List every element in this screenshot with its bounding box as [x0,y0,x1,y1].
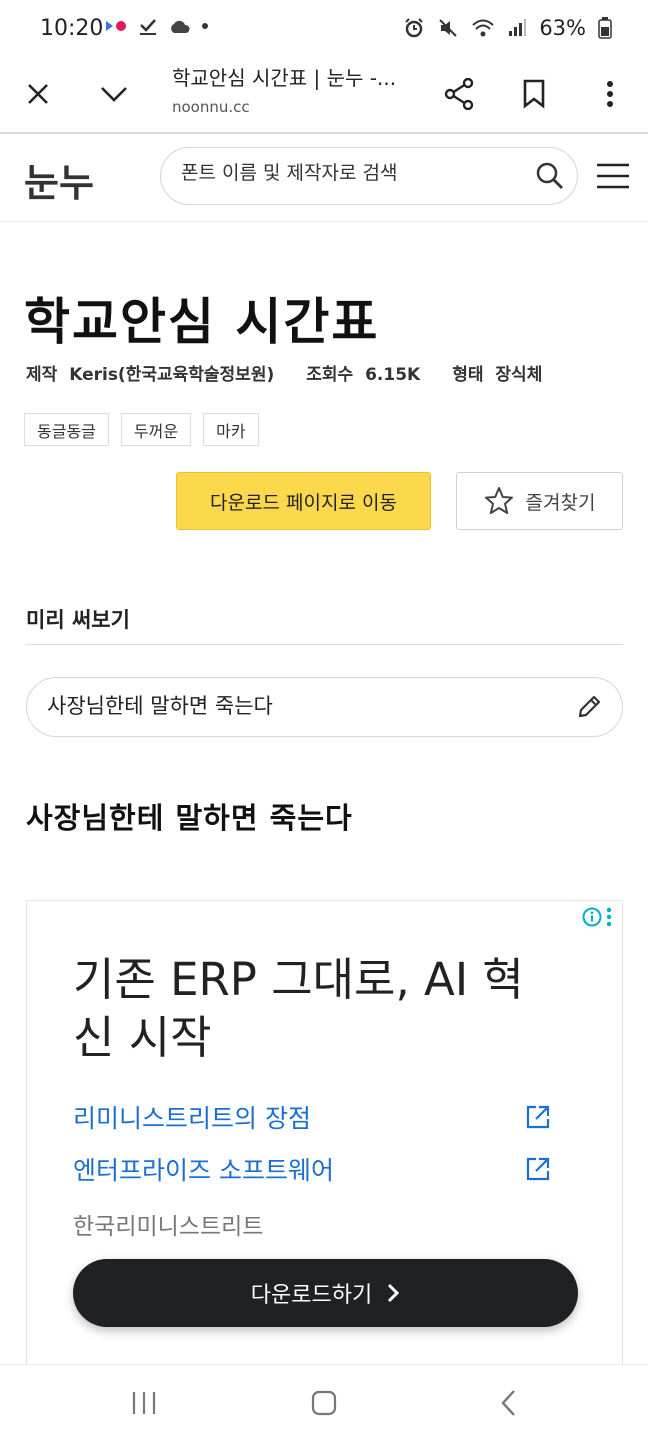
style-label: 형태 [452,365,484,385]
ad-more-icon[interactable] [606,907,612,927]
search-bar[interactable] [160,147,578,205]
back-button[interactable] [488,1385,528,1421]
favorite-button-label: 즐겨찾기 [525,491,596,514]
pencil-icon[interactable] [576,694,602,720]
maker-label: 제작 [26,365,58,385]
close-tab-button[interactable] [14,70,62,118]
more-options-button[interactable] [586,70,634,118]
ad-download-button[interactable]: 다운로드하기 [73,1259,578,1327]
tag-item[interactable]: 두꺼운 [120,413,192,446]
recent-apps-icon [132,1392,156,1414]
recent-apps-button[interactable] [124,1385,164,1421]
browser-toolbar: 학교안심 시간표 | 눈누 -... noonnu.cc [0,58,648,134]
share-icon [444,78,474,110]
download-page-button[interactable]: 다운로드 페이지로 이동 [176,472,431,530]
preview-heading: 미리 써보기 [26,608,130,632]
font-title: 학교안심 시간표 [24,293,380,351]
battery-percent: 63% [539,16,586,40]
search-input[interactable] [181,162,521,184]
favorite-button[interactable]: 즐겨찾기 [456,472,623,530]
wifi-icon [472,19,494,37]
maker-value[interactable]: Keris(한국교육학술정보원) [69,365,274,385]
chevron-down-icon [101,87,127,102]
system-nav-bar [0,1364,648,1440]
bookmark-icon [523,79,545,109]
tag-list: 동글동글 두꺼운 마카 [24,413,259,446]
checkmark-icon [140,19,156,35]
page-title: 학교안심 시간표 | 눈누 -... [172,66,397,90]
home-icon [311,1390,337,1416]
app-notification-icon [106,21,126,31]
status-bar: 10:20 63% [0,0,648,58]
external-link-icon[interactable] [525,1104,551,1130]
download-button-label: 다운로드 페이지로 이동 [210,491,397,514]
battery-icon [598,17,612,39]
site-header: 눈누 [0,134,648,222]
page-url[interactable]: noonnu.cc [172,98,250,116]
minimize-button[interactable] [90,70,138,118]
font-meta: 제작 Keris(한국교육학술정보원) 조회수 6.15K 형태 장식체 [26,360,560,385]
preview-input[interactable] [47,693,547,717]
external-link-icon[interactable] [525,1156,551,1182]
views-value: 6.15K [365,365,421,385]
ad-cta-label: 다운로드하기 [250,1283,373,1308]
close-icon [28,84,48,104]
more-vert-icon [607,81,613,107]
status-time: 10:20 [40,16,104,41]
search-icon[interactable] [535,161,565,191]
tag-item[interactable]: 마카 [203,413,259,446]
preview-rendered-text: 사장님한테 말하면 죽는다 [26,801,353,835]
star-icon [484,487,513,514]
style-value: 장식체 [495,365,543,385]
signal-icon [509,19,527,36]
home-button[interactable] [304,1385,344,1421]
notification-icons [104,16,208,36]
more-notifications-icon [202,23,208,29]
tag-item[interactable]: 동글동글 [24,413,109,446]
preview-input-box[interactable] [26,677,623,737]
chevron-right-icon [388,1283,400,1303]
mute-icon [439,19,458,37]
back-icon [501,1390,515,1416]
cloud-icon [171,20,190,33]
views-label: 조회수 [306,365,354,385]
site-logo[interactable]: 눈누 [24,152,94,207]
ad-headline[interactable]: 기존 ERP 그대로, AI 혁신 시작 [73,951,533,1067]
ad-link[interactable]: 리미니스트리트의 장점 [73,1099,311,1135]
share-button[interactable] [435,70,483,118]
ad-link[interactable]: 엔터프라이즈 소프트웨어 [73,1151,334,1187]
divider [26,644,623,645]
system-icons: 63% [403,16,612,40]
advertisement[interactable]: 기존 ERP 그대로, AI 혁신 시작 리미니스트리트의 장점 엔터프라이즈 … [26,900,623,1370]
hamburger-menu-icon[interactable] [596,162,630,190]
ad-advertiser: 한국리미니스트리트 [73,1214,264,1240]
info-icon[interactable] [582,907,602,927]
ad-info[interactable] [582,907,612,927]
bookmark-button[interactable] [510,70,558,118]
alarm-icon [405,18,424,38]
